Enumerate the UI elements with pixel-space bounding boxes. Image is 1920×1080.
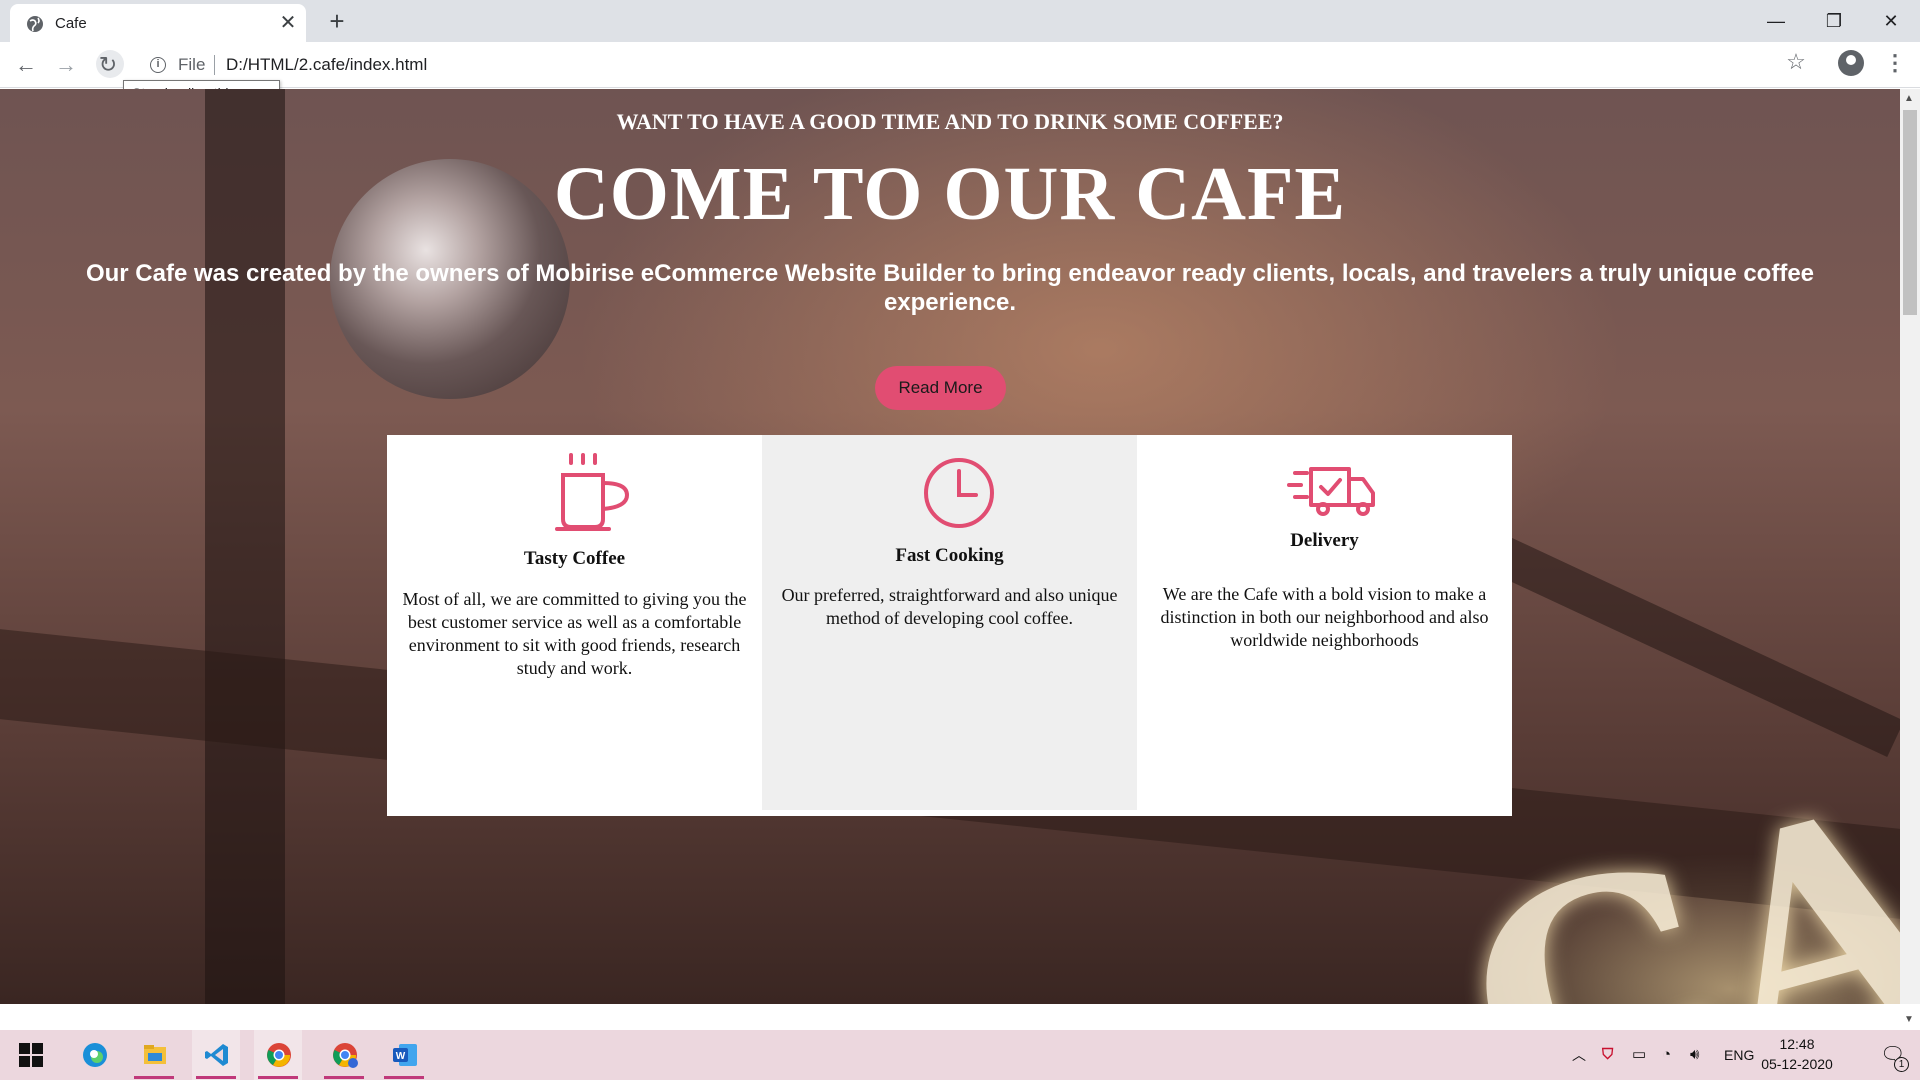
hero-section: CAF WANT TO HAVE A GOOD TIME AND TO DRIN…: [0, 89, 1900, 1004]
tab-title: Cafe: [55, 15, 87, 32]
word-icon: W: [393, 1044, 417, 1066]
read-more-button[interactable]: Read More: [875, 366, 1006, 410]
delivery-truck-icon: [1287, 467, 1375, 516]
tab-close-icon[interactable]: ✕: [278, 13, 298, 33]
running-indicator: [196, 1076, 236, 1079]
coffee-cup-icon: [555, 453, 630, 531]
vscode-icon: [205, 1044, 228, 1066]
forward-arrow-icon[interactable]: →: [52, 51, 80, 79]
page-bottom-strip: [0, 1004, 1900, 1030]
close-window-button[interactable]: ✕: [1862, 0, 1920, 42]
taskbar-file-explorer[interactable]: [130, 1030, 178, 1080]
svg-text:W: W: [396, 1051, 406, 1062]
tab-cafe[interactable]: Cafe ✕: [10, 4, 306, 42]
start-button[interactable]: [6, 1030, 54, 1080]
new-tab-button[interactable]: +: [324, 8, 350, 34]
mcafee-shield-icon[interactable]: ⛉: [1602, 1030, 1613, 1080]
minimize-button[interactable]: —: [1747, 0, 1805, 42]
chrome-profile-icon: [333, 1043, 358, 1068]
feature-text: Our preferred, straightforward and also …: [781, 585, 1118, 628]
hero-lead: Our Cafe was created by the owners of Mo…: [85, 260, 1815, 316]
running-indicator: [384, 1076, 424, 1079]
action-center-button[interactable]: 🗨︎ 1: [1866, 1030, 1916, 1080]
clock-date: 05-12-2020: [1761, 1056, 1833, 1072]
scrollbar-thumb[interactable]: [1903, 110, 1917, 315]
running-indicator: [134, 1076, 174, 1079]
file-explorer-icon: [144, 1045, 166, 1064]
network-icon[interactable]: ◔: [1662, 1030, 1671, 1080]
bookmark-star-icon[interactable]: ☆: [1782, 48, 1810, 76]
hero-title: COME TO OUR CAFE: [553, 152, 1347, 236]
edge-icon: [83, 1043, 107, 1067]
running-indicator: [324, 1076, 364, 1079]
reload-icon[interactable]: ↻: [94, 51, 122, 79]
clock-time: 12:48: [1779, 1036, 1815, 1052]
feature-card-fast-cooking: Fast Cooking Our preferred, straightforw…: [762, 435, 1137, 810]
battery-icon[interactable]: ▭: [1632, 1030, 1646, 1080]
language-indicator[interactable]: ENG: [1724, 1030, 1754, 1080]
running-indicator: [258, 1076, 298, 1079]
taskbar-vscode[interactable]: [192, 1030, 240, 1080]
address-bar[interactable]: i File D:/HTML/2.cafe/index.html: [134, 48, 1844, 82]
feature-text: Most of all, we are committed to giving …: [402, 589, 747, 678]
taskbar-chrome[interactable]: [254, 1030, 302, 1080]
taskbar-clock[interactable]: 12:48 05-12-2020: [1752, 1034, 1842, 1074]
feature-card-delivery: Delivery We are the Cafe with a bold vis…: [1137, 435, 1512, 810]
address-separator: [214, 55, 215, 75]
more-menu-icon[interactable]: ⋮: [1884, 48, 1906, 78]
browser-toolbar: ← → i File D:/HTML/2.cafe/index.html: [0, 42, 1920, 88]
hero-pretitle: WANT TO HAVE A GOOD TIME AND TO DRINK SO…: [616, 109, 1284, 134]
restore-button[interactable]: ❐: [1805, 0, 1863, 42]
volume-icon[interactable]: 🔊︎: [1690, 1030, 1699, 1080]
taskbar-chrome-profile[interactable]: [320, 1030, 368, 1080]
feature-title: Tasty Coffee: [523, 548, 626, 569]
taskbar-word[interactable]: W: [380, 1030, 428, 1080]
back-arrow-icon[interactable]: ←: [12, 51, 40, 79]
scroll-up-arrow-icon[interactable]: ▲: [1904, 93, 1914, 104]
feature-card-tasty-coffee: Tasty Coffee Most of all, we are committ…: [387, 435, 762, 810]
windows-start-icon: [19, 1043, 43, 1067]
scroll-down-arrow-icon[interactable]: ▼: [1904, 1014, 1914, 1025]
info-icon[interactable]: i: [150, 57, 166, 73]
notification-count: 1: [1894, 1057, 1909, 1072]
features-panel: Tasty Coffee Most of all, we are committ…: [387, 435, 1512, 816]
chrome-icon: [267, 1043, 291, 1067]
feature-title: Fast Cooking: [895, 545, 1004, 566]
globe-icon: [27, 16, 43, 32]
taskbar-edge[interactable]: [70, 1030, 118, 1080]
clock-icon: [924, 458, 994, 528]
feature-text: We are the Cafe with a bold vision to ma…: [1160, 584, 1489, 650]
url-text[interactable]: D:/HTML/2.cafe/index.html: [226, 55, 427, 75]
feature-title: Delivery: [1290, 530, 1359, 551]
address-scheme: File: [178, 55, 206, 74]
tab-bar: Cafe ✕ + — ❐ ✕: [0, 0, 1920, 42]
profile-avatar-icon[interactable]: [1838, 50, 1864, 76]
show-hidden-icons-icon[interactable]: ︿: [1572, 1030, 1586, 1080]
